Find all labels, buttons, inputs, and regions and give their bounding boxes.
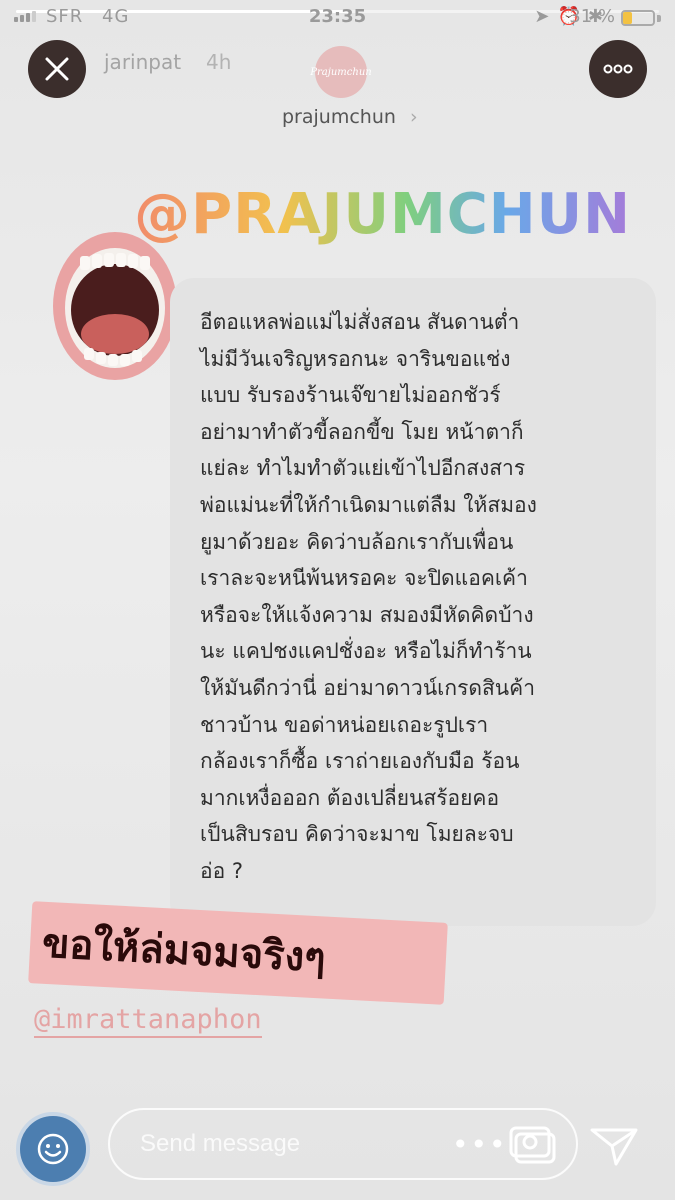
story-username[interactable]: jarinpat [104,50,181,74]
mention-sticker-bottom[interactable]: @imrattanaphon [34,1004,262,1038]
message-text: อีตอแหลพ่อแม่ไม่สั่งสอน สันดานต่ำ ไม่มีว… [200,304,646,890]
brand-handle[interactable]: prajumchun [282,106,396,128]
close-icon [45,57,69,81]
message-line: ไม่มีวันเจริญหรอกนะ จารินขอแช่ง [200,346,511,371]
message-line: อ่อ ? [200,858,244,883]
direct-share-icon[interactable] [588,1122,640,1168]
message-line: เราละจะหนีพ้นหรอคะ จะปิดแอคเค้า [200,566,528,591]
message-line: มากเหงื่อออก ต้องเปลี่ยนสร้อยคอ [200,785,500,810]
message-line: แบบ รับรองร้านเจ๊ขายไม่ออกชัวร์ [200,383,501,408]
chevron-right-icon: › [410,106,418,128]
camera-button[interactable] [16,1112,90,1186]
message-line: อย่ามาทำตัวขี้ลอกขี้ข โมย หน้าตาก็ [200,419,524,444]
mouth-sticker-icon [53,232,177,380]
story-time-ago: 4h [206,50,232,74]
more-options-button[interactable] [589,40,647,98]
message-line: พ่อแม่นะที่ให้กำเนิดมาแต่ลืม ให้สมอง [200,492,537,517]
battery-icon [621,10,655,26]
message-line: นะ แคปชงแคปชั่งอะ หรือไม่ก็ทำร้าน [200,639,532,664]
battery-percent: 31 % [569,6,615,27]
message-line: แย่ละ ทำไมทำตัวแย่เข้าไปอีกสงสาร [200,456,526,481]
battery-tip [657,15,661,22]
more-dots-icon[interactable]: ••• [452,1128,508,1161]
camera-icon [37,1133,69,1165]
message-line: ให้มันดีกว่านี่ อย่ามาดาวน์เกรดสินค้า [200,675,536,700]
brand-logo[interactable]: Prajumchun [310,46,372,98]
close-button[interactable] [28,40,86,98]
more-icon [603,64,633,74]
message-line: ชาวบ้าน ขอด่าหน่อยเถอะรูปเรา [200,712,489,737]
message-line: หรือจะให้แจ้งความ สมองมีหัดคิดบ้าง [200,602,534,627]
location-icon: ➤ [534,6,550,27]
message-line: อีตอแหลพ่อแม่ไม่สั่งสอน สันดานต่ำ [200,310,520,334]
mention-sticker-top[interactable]: @PRAJUMCHUN [134,182,631,247]
battery-level [623,12,633,24]
status-bar: SFR 4G 23:35 ➤ ⏰ ✱ 31 % [0,0,675,36]
message-line: ยูมาด้วยอะ คิดว่าบล้อกเรากับเพื่อน [200,529,514,554]
gallery-icon[interactable] [508,1124,558,1166]
message-line: เป็นสิบรอบ คิดว่าจะมาข โมยละจบ [200,822,514,847]
message-line: กล้องเราก็ซื้อ เราถ่ายเองกับมือ ร้อน [200,749,520,774]
